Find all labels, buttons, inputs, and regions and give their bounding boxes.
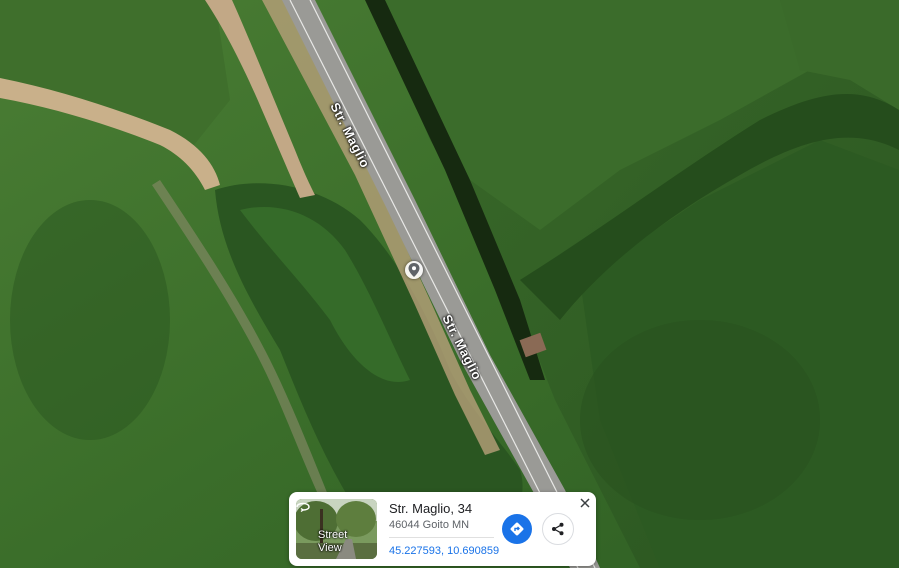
location-pin-icon[interactable] — [405, 261, 423, 279]
street-view-label: Street View — [296, 499, 377, 559]
place-info-card: Street View Str. Maglio, 34 46044 Goito … — [289, 492, 596, 566]
share-button[interactable] — [542, 513, 574, 545]
place-title: Str. Maglio, 34 — [389, 501, 473, 516]
street-view-thumbnail[interactable]: Street View — [296, 499, 377, 559]
share-icon — [552, 522, 564, 536]
place-subtitle: 46044 Goito MN — [389, 519, 470, 531]
close-icon — [580, 498, 590, 508]
divider — [389, 537, 494, 538]
close-button[interactable] — [577, 495, 593, 511]
satellite-map[interactable]: Str. Maglio Str. Maglio Street View Str.… — [0, 0, 899, 568]
directions-button[interactable] — [502, 514, 532, 544]
street-view-label-line1: Street — [318, 529, 348, 541]
street-view-label-line2: View — [318, 542, 342, 554]
coordinates-link[interactable]: 45.227593, 10.690859 — [389, 545, 499, 557]
street-view-icon — [296, 502, 310, 513]
directions-icon — [510, 522, 524, 536]
satellite-imagery — [0, 0, 899, 568]
